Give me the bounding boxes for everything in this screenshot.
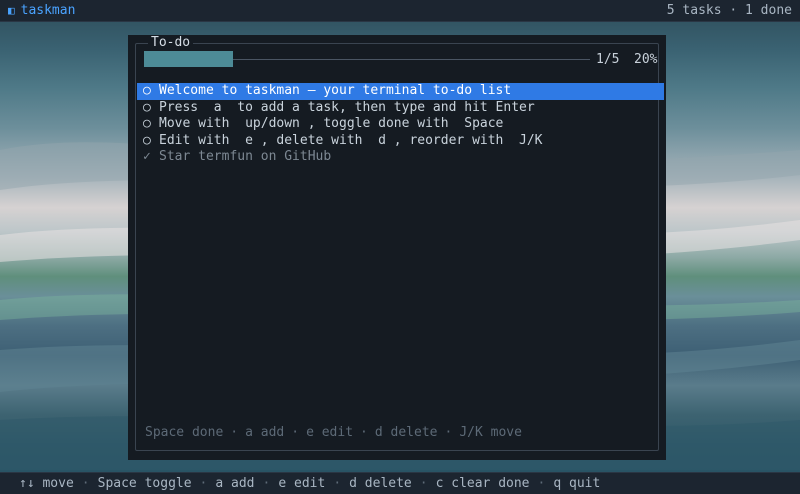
progress-percent: 20% <box>634 52 658 67</box>
progress-count: 1/5 <box>596 52 620 67</box>
todo-panel: To-do 1/5 20% ○ Welcome to taskman – your… <box>128 35 666 460</box>
circle-icon: ○ <box>143 116 151 131</box>
panel-title: To-do <box>148 35 194 50</box>
hint-separator: · <box>360 425 368 440</box>
app-title-bar: ◧ taskman 5 tasks · 1 done <box>0 0 800 22</box>
task-text: Welcome to taskman – your terminal to-do… <box>159 83 512 98</box>
hint-separator: · <box>419 476 428 491</box>
progress-bar-fill <box>144 51 233 67</box>
app-title: taskman <box>20 3 76 18</box>
circle-icon: ○ <box>143 132 151 148</box>
task-summary-status: 5 tasks · 1 done <box>666 3 792 18</box>
checkmark-icon: ✓ <box>143 149 151 164</box>
panel-key-hints: Space done · a add · e edit · d delete · J/K mov… <box>145 425 522 440</box>
hint-separator: · <box>333 476 342 491</box>
hint-separator: · <box>291 425 300 440</box>
keybinding-hint: q quit <box>553 476 601 491</box>
task-item[interactable]: ○ Welcome to taskman – your terminal to-d… <box>137 83 664 100</box>
keybinding-hint: c clear done <box>435 476 530 491</box>
keybinding-hint: d delete <box>349 476 412 491</box>
keybinding-hint: e edit <box>278 476 326 491</box>
task-item[interactable]: ○ Press a to add a task, then type and hi… <box>137 100 664 117</box>
task-text: Move with up/down , toggle done with Spa… <box>159 116 504 131</box>
window-icon: ◧ <box>8 4 15 17</box>
circle-icon: ○ <box>143 83 151 98</box>
task-list: ○ Welcome to taskman – your terminal to-d… <box>137 83 664 166</box>
task-item[interactable]: ✓ Star termfun on GitHub <box>137 149 664 166</box>
panel-key-hint: e edit <box>306 425 354 440</box>
task-text: Edit with e , delete with d , reorder wi… <box>159 132 543 148</box>
hint-separator: · <box>444 425 453 440</box>
task-text: Press a to add a task, then type and hit… <box>159 99 535 115</box>
hint-separator: · <box>262 476 271 491</box>
panel-key-hint: a add <box>245 425 285 440</box>
panel-key-hint: J/K move <box>459 425 522 440</box>
task-item[interactable]: ○ Move with up/down , toggle done with Sp… <box>137 116 664 133</box>
keybinding-hint: Space toggle <box>97 476 192 491</box>
task-text: Star termfun on GitHub <box>159 149 332 164</box>
hint-separator: · <box>199 476 208 491</box>
task-item[interactable]: ○ Edit with e , delete with d , reorder w… <box>137 133 664 150</box>
hint-separator: · <box>537 476 546 491</box>
panel-key-hint: Space done <box>145 425 224 440</box>
hint-separator: · <box>230 425 239 440</box>
panel-key-hint: d delete <box>374 425 438 440</box>
keybinding-bar: ↑↓ move · Space toggle · a add · e edit · d dele… <box>0 472 800 494</box>
keybinding-hint: ↑↓ move <box>19 476 74 491</box>
keybinding-hint: a add <box>215 476 255 491</box>
hint-separator: · <box>81 476 90 491</box>
circle-icon: ○ <box>143 99 151 115</box>
